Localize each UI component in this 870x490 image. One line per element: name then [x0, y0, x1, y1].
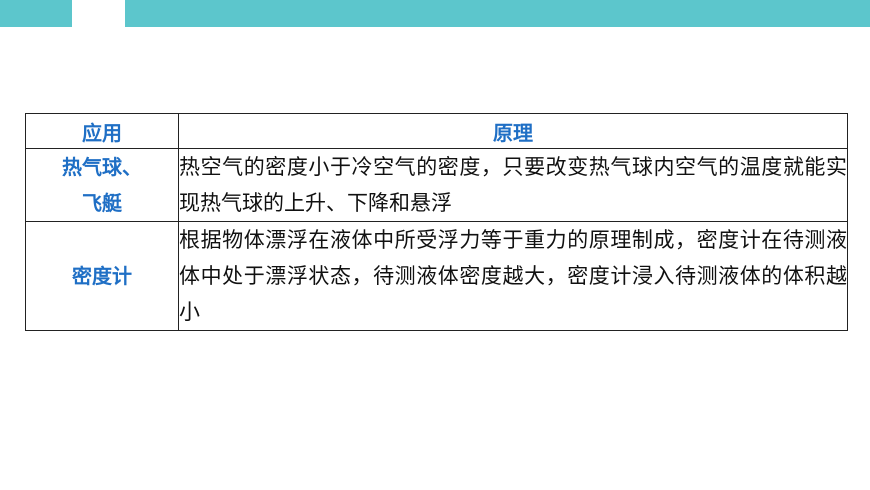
- principle-cell: 根据物体漂浮在液体中所受浮力等于重力的原理制成，密度计在待测液体中处于漂浮状态，…: [178, 221, 848, 331]
- table-header-row: 应用 原理: [25, 113, 848, 149]
- application-cell: 密度计: [25, 221, 179, 331]
- top-accent-bar: [0, 0, 870, 27]
- application-text: 密度计: [72, 264, 132, 288]
- table-row: 热气球、 飞艇 热空气的密度小于冷空气的密度，只要改变热气球内空气的温度就能实现…: [25, 148, 848, 222]
- application-cell: 热气球、 飞艇: [25, 148, 179, 222]
- application-text: 热气球、: [62, 155, 142, 179]
- table-row: 密度计 根据物体漂浮在液体中所受浮力等于重力的原理制成，密度计在待测液体中处于漂…: [25, 221, 848, 331]
- header-application: 应用: [25, 113, 179, 149]
- application-text: 飞艇: [82, 191, 122, 215]
- buoyancy-application-table: 应用 原理 热气球、 飞艇 热空气的密度小于冷空气的密度，只要改变热气球内空气的…: [25, 113, 848, 331]
- top-bar-gap: [72, 0, 125, 27]
- header-principle: 原理: [178, 113, 848, 149]
- principle-cell: 热空气的密度小于冷空气的密度，只要改变热气球内空气的温度就能实现热气球的上升、下…: [178, 148, 848, 222]
